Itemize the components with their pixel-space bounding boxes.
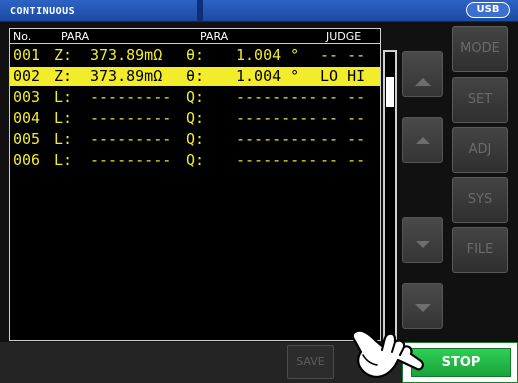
row-p1-label: Z: xyxy=(54,67,73,85)
list-row[interactable]: 006 L: --------- Q: --------- -- -- xyxy=(10,151,380,170)
row-p2-value: 1.004 ° xyxy=(236,46,300,64)
row-judge: -- -- xyxy=(320,130,366,148)
usb-badge: USB xyxy=(466,2,510,18)
row-judge: -- -- xyxy=(320,151,366,169)
list-row-selected[interactable]: 002 Z: 373.89mΩ θ: 1.004 ° LO HI xyxy=(10,67,380,86)
row-no: 006 xyxy=(13,151,41,169)
scroll-thumb[interactable] xyxy=(386,77,394,107)
row-p1-value: 373.89mΩ xyxy=(90,46,163,64)
row-p1-value: --------- xyxy=(90,109,172,127)
list-row[interactable]: 004 L: --------- Q: --------- -- -- xyxy=(10,109,380,128)
double-up-icon xyxy=(415,78,431,86)
row-p1-label: L: xyxy=(54,88,73,106)
row-no: 002 xyxy=(13,67,41,85)
stop-button[interactable]: STOP xyxy=(411,348,511,377)
double-down-icon xyxy=(415,304,431,312)
screen-title: CONTINUOUS xyxy=(10,6,76,17)
row-judge: -- -- xyxy=(320,46,366,64)
row-p2-value: --------- xyxy=(236,151,318,169)
row-no: 004 xyxy=(13,109,41,127)
row-p2-label: θ: xyxy=(186,46,205,64)
list-row[interactable]: 005 L: --------- Q: --------- -- -- xyxy=(10,130,380,149)
row-p2-label: Q: xyxy=(186,151,205,169)
row-judge: -- -- xyxy=(320,88,366,106)
menu-file-button[interactable]: FILE xyxy=(452,227,508,273)
row-no: 003 xyxy=(13,88,41,106)
menu-set-button[interactable]: SET xyxy=(452,77,508,123)
row-p2-value: --------- xyxy=(236,109,318,127)
scroll-up-button[interactable] xyxy=(402,117,443,163)
triangle-down-icon xyxy=(416,241,430,248)
row-no: 005 xyxy=(13,130,41,148)
row-p1-label: L: xyxy=(54,130,73,148)
header-para-2: PARA xyxy=(200,30,229,43)
row-judge: LO HI xyxy=(320,67,366,85)
scroll-down-button[interactable] xyxy=(402,217,443,263)
list-row[interactable]: 003 L: --------- Q: --------- -- -- xyxy=(10,88,380,107)
page-up-button[interactable] xyxy=(402,51,443,97)
row-p1-value: 373.89mΩ xyxy=(90,67,163,85)
row-no: 001 xyxy=(13,46,41,64)
row-judge: -- -- xyxy=(320,109,366,127)
row-p1-label: L: xyxy=(54,151,73,169)
menu-adj-button[interactable]: ADJ xyxy=(452,127,508,173)
row-p2-label: Q: xyxy=(186,109,205,127)
row-p2-value: --------- xyxy=(236,130,318,148)
header-judge: JUDGE xyxy=(326,30,362,43)
row-p1-label: L: xyxy=(54,109,73,127)
row-p2-value: --------- xyxy=(236,88,318,106)
row-p2-value: 1.004 ° xyxy=(236,67,300,85)
row-p2-label: Q: xyxy=(186,130,205,148)
title-divider xyxy=(197,0,203,22)
instrument-screen: CONTINUOUS USB No. PARA PARA JUDGE 001 Z:… xyxy=(0,0,518,383)
save-button[interactable]: SAVE xyxy=(287,345,334,379)
row-p2-label: θ: xyxy=(186,67,205,85)
list-header: No. PARA PARA JUDGE xyxy=(10,29,380,44)
triangle-up-icon xyxy=(416,137,430,144)
menu-sys-button[interactable]: SYS xyxy=(452,177,508,223)
row-p1-label: Z: xyxy=(54,46,73,64)
row-p1-value: --------- xyxy=(90,88,172,106)
list-scrollbar[interactable] xyxy=(383,50,397,343)
header-no: No. xyxy=(13,30,32,43)
row-p2-label: Q: xyxy=(186,88,205,106)
title-bar: CONTINUOUS USB xyxy=(0,0,518,22)
row-p1-value: --------- xyxy=(90,151,172,169)
measurement-list: No. PARA PARA JUDGE 001 Z: 373.89mΩ θ: 1.004… xyxy=(9,28,381,341)
row-p1-value: --------- xyxy=(90,130,172,148)
pointing-hand-icon xyxy=(351,329,424,378)
header-para-1: PARA xyxy=(61,30,90,43)
menu-mode-button[interactable]: MODE xyxy=(452,26,508,72)
list-row[interactable]: 001 Z: 373.89mΩ θ: 1.004 ° -- -- xyxy=(10,46,380,65)
